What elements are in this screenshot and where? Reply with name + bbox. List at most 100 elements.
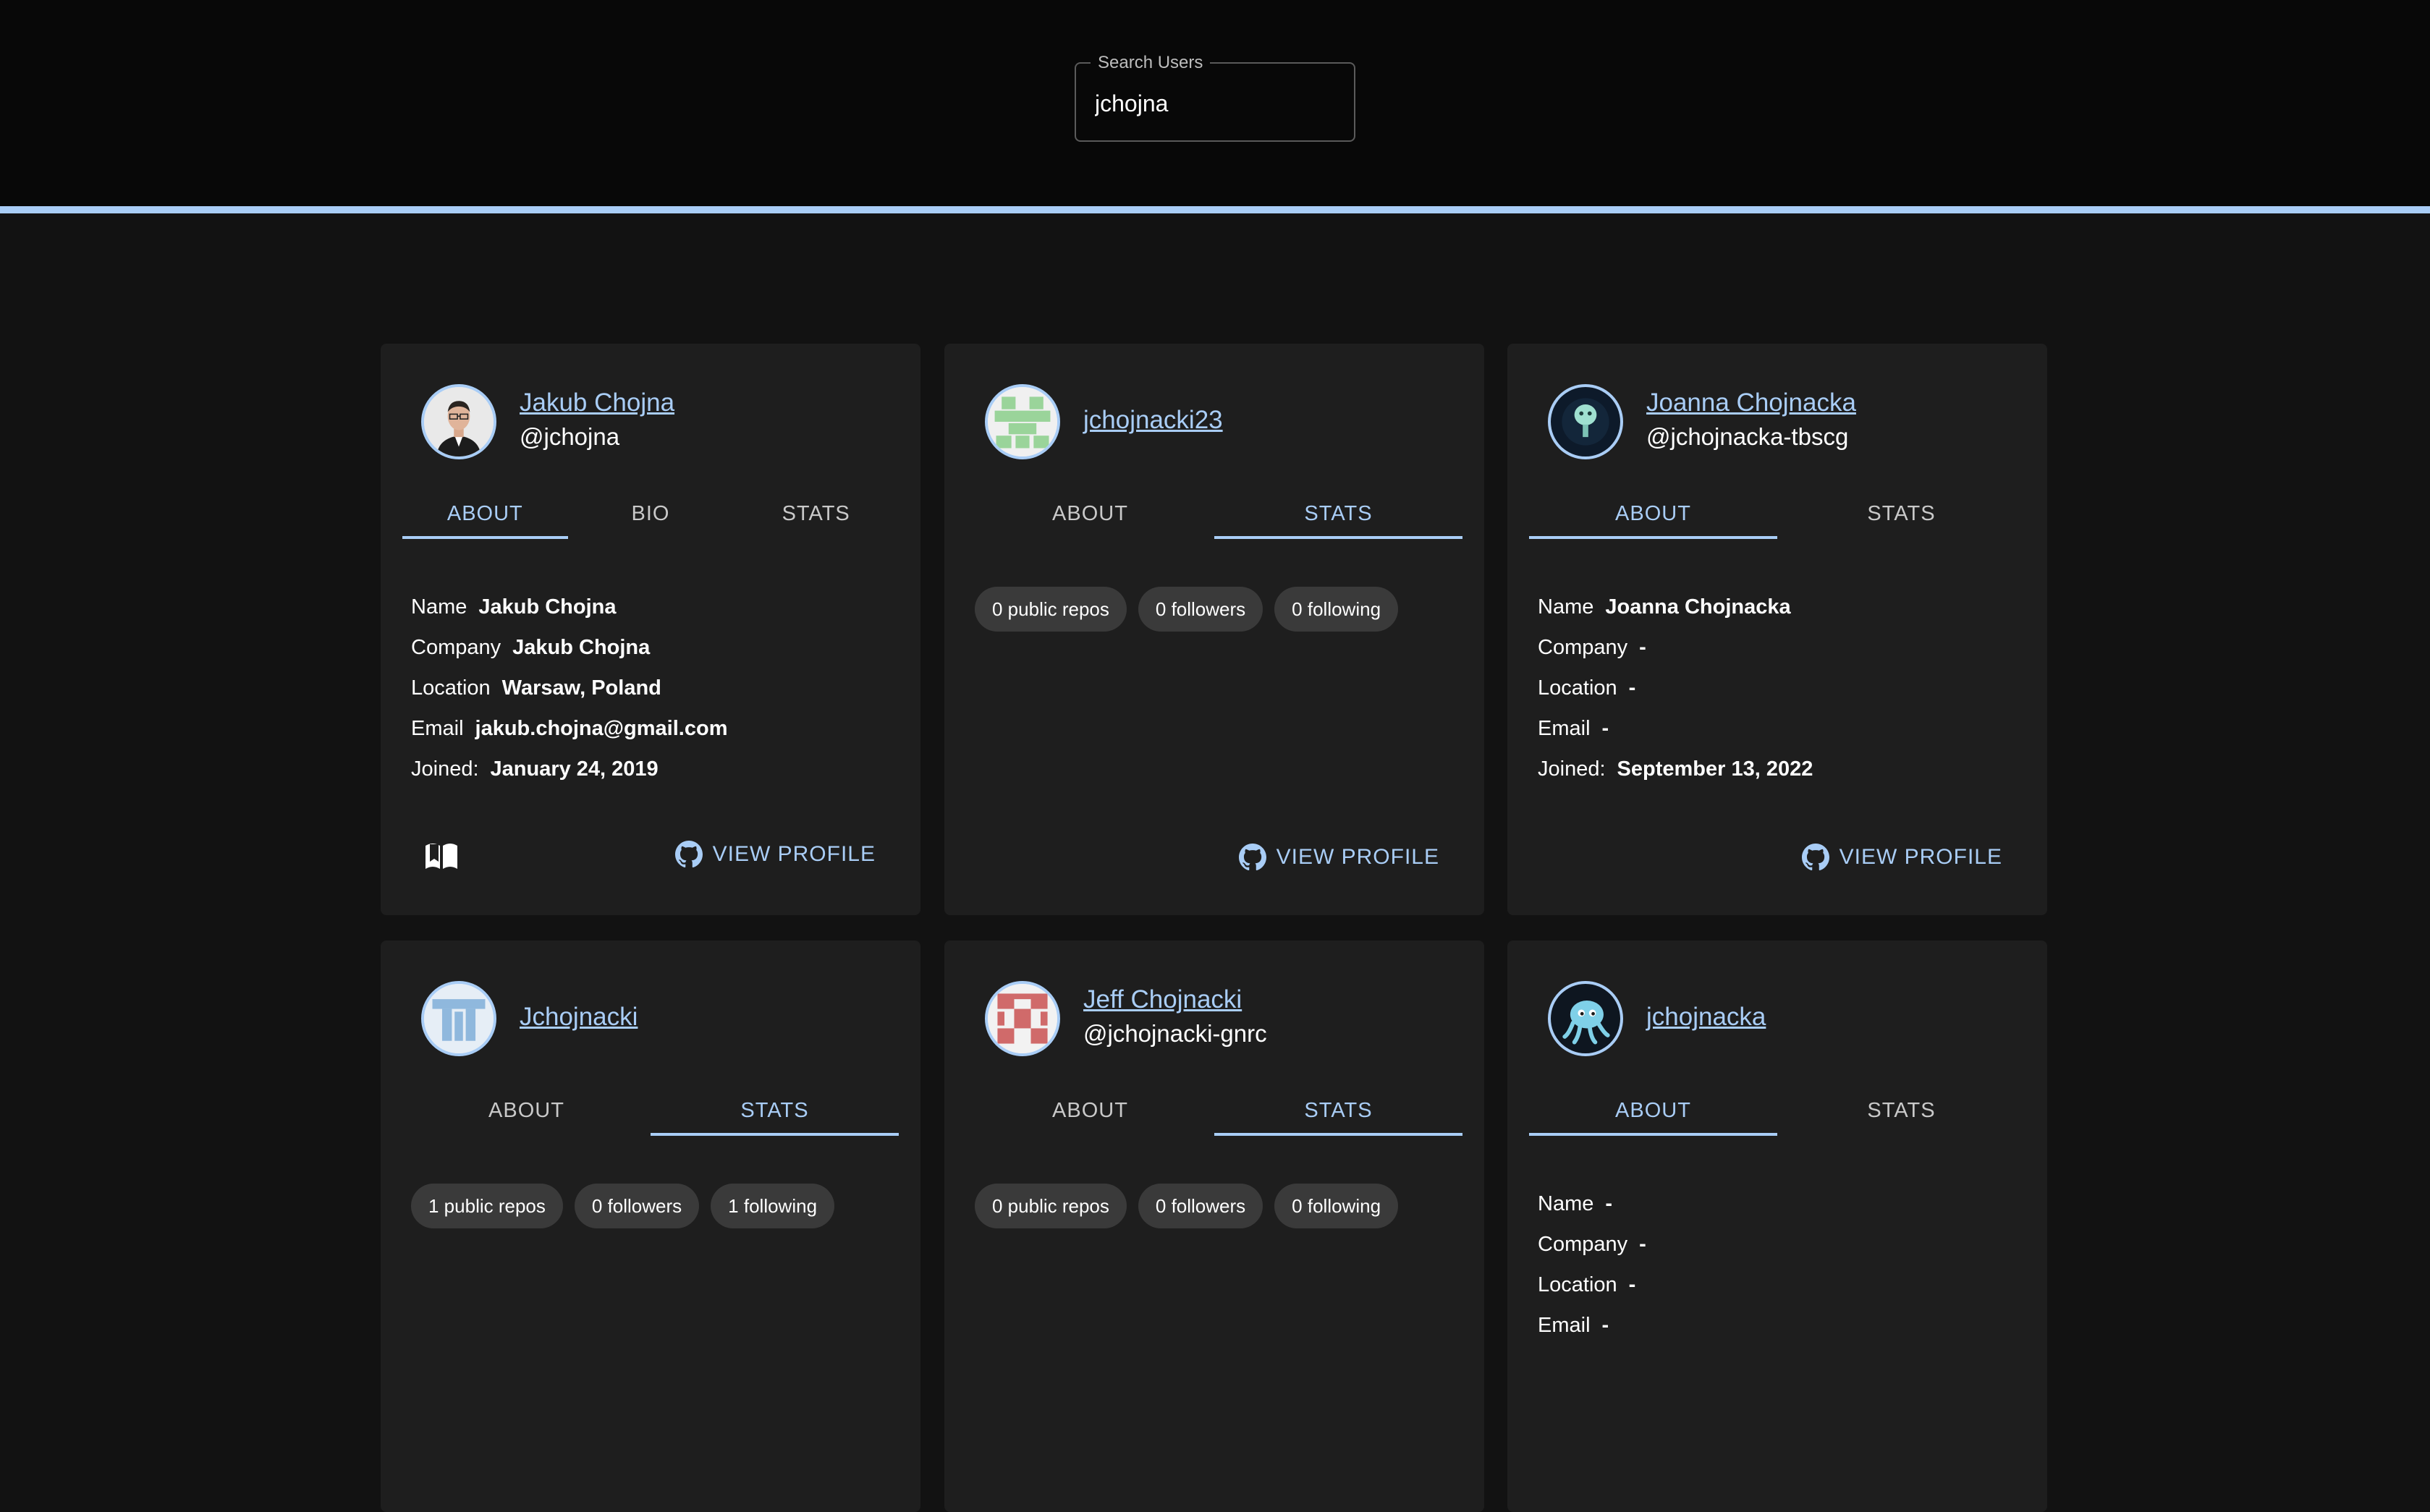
- stats-chips: 1 public repos 0 followers 1 following: [411, 1184, 835, 1228]
- info-label: Company: [1538, 636, 1628, 659]
- user-card: Jeff Chojnacki @jchojnacki-gnrc ABOUT ST…: [944, 940, 1484, 1512]
- user-name-link[interactable]: Jeff Chojnacki: [1083, 985, 1242, 1014]
- info-label: Company: [411, 636, 501, 659]
- profile-tabs: ABOUT STATS: [402, 1092, 899, 1136]
- about-row-company: Company Jakub Chojna: [411, 627, 727, 668]
- user-card: Jakub Chojna @jchojna ABOUT BIO STATS Na…: [381, 344, 920, 915]
- profile-tabs: ABOUT STATS: [966, 1092, 1462, 1136]
- tab-bio[interactable]: BIO: [568, 496, 734, 539]
- user-name-link[interactable]: Jakub Chojna: [520, 388, 674, 417]
- view-profile-button[interactable]: VIEW PROFILE: [1801, 836, 2002, 879]
- info-label: Name: [1538, 1192, 1594, 1215]
- info-label: Location: [1538, 676, 1617, 700]
- view-profile-button[interactable]: VIEW PROFILE: [674, 833, 876, 876]
- info-value: -: [1601, 1314, 1609, 1337]
- info-value: -: [1639, 636, 1646, 659]
- profile-tabs: ABOUT BIO STATS: [402, 496, 899, 539]
- about-row-location: Location -: [1538, 668, 1813, 708]
- profile-tabs: ABOUT STATS: [1529, 1092, 2025, 1136]
- github-icon: [674, 841, 703, 868]
- tab-stats[interactable]: STATS: [733, 496, 899, 539]
- user-handle: @jchojna: [520, 423, 620, 450]
- avatar: [985, 981, 1060, 1056]
- public-repos-chip: 1 public repos: [411, 1184, 563, 1228]
- info-label: Name: [1538, 595, 1594, 619]
- user-card: jchojnacka ABOUT STATS Name - Company - Lo…: [1507, 940, 2047, 1512]
- tab-about[interactable]: ABOUT: [966, 496, 1214, 539]
- about-row-location: Location -: [1538, 1265, 1646, 1305]
- search-field[interactable]: Search Users: [1075, 52, 1355, 142]
- info-label: Name: [411, 595, 467, 619]
- tab-stats[interactable]: STATS: [1214, 1092, 1462, 1136]
- profile-tabs: ABOUT STATS: [1529, 496, 2025, 539]
- info-value: Joanna Chojnacka: [1605, 595, 1791, 619]
- search-label: Search Users: [1091, 52, 1211, 74]
- user-name-link[interactable]: jchojnacka: [1646, 1003, 1766, 1032]
- about-list: Name Jakub Chojna Company Jakub Chojna Loc…: [411, 587, 727, 789]
- tab-stats[interactable]: STATS: [651, 1092, 899, 1136]
- user-name-link[interactable]: jchojnacki23: [1083, 406, 1223, 435]
- avatar: [421, 981, 496, 1056]
- about-list: Name Joanna Chojnacka Company - Location - …: [1538, 587, 1813, 789]
- tab-about[interactable]: ABOUT: [1529, 1092, 1777, 1136]
- following-chip: 0 following: [1274, 587, 1399, 632]
- public-repos-chip: 0 public repos: [975, 1184, 1127, 1228]
- about-row-name: Name -: [1538, 1184, 1646, 1224]
- avatar: [421, 384, 496, 459]
- profile-tabs: ABOUT STATS: [966, 496, 1462, 539]
- tab-stats[interactable]: STATS: [1777, 1092, 2025, 1136]
- info-value: jakub.chojna@gmail.com: [475, 717, 728, 740]
- view-profile-button[interactable]: VIEW PROFILE: [1238, 836, 1439, 879]
- tab-about[interactable]: ABOUT: [402, 496, 568, 539]
- about-row-email: Email jakub.chojna@gmail.com: [411, 708, 727, 749]
- app-header: Search Users: [0, 0, 2430, 206]
- about-row-joined: Joined: January 24, 2019: [411, 749, 727, 789]
- tab-about[interactable]: ABOUT: [1529, 496, 1777, 539]
- info-label: Joined:: [1538, 757, 1606, 781]
- info-value: Jakub Chojna: [512, 636, 651, 659]
- public-repos-chip: 0 public repos: [975, 587, 1127, 632]
- about-row-company: Company -: [1538, 627, 1813, 668]
- tab-about[interactable]: ABOUT: [402, 1092, 651, 1136]
- view-profile-label: VIEW PROFILE: [1276, 845, 1439, 869]
- user-name-link[interactable]: Joanna Chojnacka: [1646, 388, 1856, 417]
- user-card: Joanna Chojnacka @jchojnacka-tbscg ABOUT…: [1507, 344, 2047, 915]
- info-label: Location: [411, 676, 491, 700]
- info-value: -: [1601, 717, 1609, 740]
- user-name-link[interactable]: Jchojnacki: [520, 1003, 638, 1032]
- about-row-location: Location Warsaw, Poland: [411, 668, 727, 708]
- info-value: January 24, 2019: [490, 757, 659, 781]
- info-label: Email: [1538, 717, 1591, 740]
- followers-chip: 0 followers: [1138, 587, 1263, 632]
- about-row-joined: Joined: September 13, 2022: [1538, 749, 1813, 789]
- view-profile-label: VIEW PROFILE: [712, 842, 876, 866]
- view-profile-label: VIEW PROFILE: [1839, 845, 2002, 869]
- tab-stats[interactable]: STATS: [1214, 496, 1462, 539]
- user-card: Jchojnacki ABOUT STATS 1 public repos 0 …: [381, 940, 920, 1512]
- open-book-icon[interactable]: [424, 840, 459, 872]
- info-value: -: [1628, 676, 1636, 700]
- info-value: Warsaw, Poland: [501, 676, 661, 700]
- about-row-name: Name Jakub Chojna: [411, 587, 727, 627]
- info-value: -: [1628, 1273, 1636, 1296]
- stats-chips: 0 public repos 0 followers 0 following: [975, 587, 1399, 632]
- info-value: September 13, 2022: [1617, 757, 1813, 781]
- search-input[interactable]: [1095, 85, 1334, 122]
- info-label: Joined:: [411, 757, 479, 781]
- header-divider: [0, 206, 2430, 213]
- info-label: Location: [1538, 1273, 1617, 1296]
- github-icon: [1801, 844, 1829, 871]
- info-value: -: [1605, 1192, 1613, 1215]
- about-list: Name - Company - Location - Email -: [1538, 1184, 1646, 1346]
- avatar: [985, 384, 1060, 459]
- info-label: Email: [411, 717, 464, 740]
- following-chip: 1 following: [711, 1184, 835, 1228]
- user-handle: @jchojnacka-tbscg: [1646, 423, 1849, 450]
- about-row-name: Name Joanna Chojnacka: [1538, 587, 1813, 627]
- tab-stats[interactable]: STATS: [1777, 496, 2025, 539]
- github-icon: [1238, 844, 1266, 871]
- followers-chip: 0 followers: [574, 1184, 700, 1228]
- info-value: -: [1639, 1233, 1646, 1256]
- followers-chip: 0 followers: [1138, 1184, 1263, 1228]
- tab-about[interactable]: ABOUT: [966, 1092, 1214, 1136]
